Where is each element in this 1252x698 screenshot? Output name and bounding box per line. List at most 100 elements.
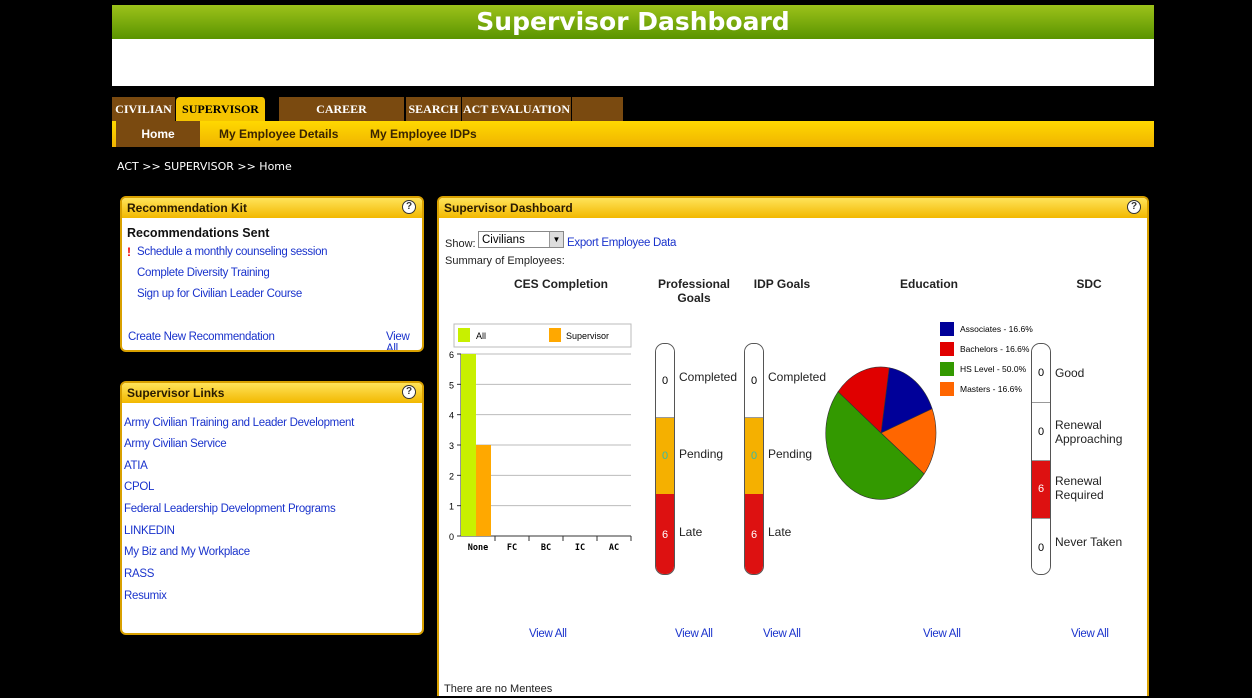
idp-goals-tube: 0 0 6 [744,343,764,575]
idp-goals-header: IDP Goals [753,277,811,291]
supervisor-links-title: Supervisor Links [127,386,225,400]
tab-spacer [572,97,624,121]
supervisor-links-panel: Supervisor Links ? Army Civilian Trainin… [120,381,424,635]
subnav-employee-idps[interactable]: My Employee IDPs [370,121,477,147]
legend-supervisor-label: Supervisor [566,331,609,341]
bar-all [461,354,476,536]
recommendation-item[interactable]: Sign up for Civilian Leader Course [137,288,302,300]
x-tick-label: None [468,543,488,553]
ces-completion-chart: All Supervisor 0 1 2 3 4 5 6 None FC BC IC AC [449,323,632,553]
tab-career-resources[interactable]: CAREER RESOURCES [279,97,405,140]
y-tick-label: 2 [449,471,454,481]
sdc-renewal-required-label: Renewal Required [1055,474,1104,502]
view-all-link[interactable]: View All [386,331,422,350]
breadcrumb: ACT >> SUPERVISOR >> Home [117,160,292,173]
tab-civilian[interactable]: CIVILIAN [112,97,176,121]
legend-swatch [940,322,954,336]
y-tick-label: 6 [449,350,454,360]
banner-area [112,39,1154,86]
prof-late-count: 6 [656,494,674,574]
legend-all-label: All [476,331,486,341]
education-header: Education [899,277,958,291]
recommendation-item[interactable]: Complete Diversity Training [137,267,270,279]
tab-act-evaluation[interactable]: ACT EVALUATION [462,97,572,121]
recommendation-item[interactable]: Schedule a monthly counseling session [137,246,328,258]
supervisor-link[interactable]: LINKEDIN [124,525,175,537]
subnav-home[interactable]: Home [116,121,200,147]
supervisor-link[interactable]: Army Civilian Service [124,438,227,450]
idp-pending-label: Pending [768,447,813,461]
ces-completion-header: CES Completion [513,277,608,291]
legend-label: HS Level - 50.0% [960,364,1027,374]
supervisor-link[interactable]: ATIA [124,460,148,472]
summary-label: Summary of Employees: [445,255,565,267]
view-all-education-link[interactable]: View All [923,628,961,640]
idp-pending-count: 0 [745,418,763,494]
sdc-never-taken-label: Never Taken [1055,535,1123,549]
sdc-renewal-required-count: 6 [1032,461,1050,518]
help-icon[interactable]: ? [402,385,416,399]
y-tick-label: 1 [449,502,454,512]
professional-goals-tube: 0 0 6 [655,343,675,575]
bar-supervisor [476,445,491,536]
legend-swatch [940,362,954,376]
sdc-good-count: 0 [1032,344,1050,403]
sdc-renewal-approaching-label: Renewal Approaching [1055,418,1123,446]
y-tick-label: 4 [449,411,454,421]
x-tick-label: FC [507,543,517,553]
sdc-tube: 0 0 6 0 [1031,343,1051,575]
supervisor-dashboard-panel: Supervisor Dashboard ? Show: Civilians ▼… [437,196,1149,696]
supervisor-links-header: Supervisor Links ? [122,383,422,403]
prof-late-label: Late [679,525,703,539]
idp-completed-count: 0 [745,344,763,418]
supervisor-link[interactable]: RASS [124,568,154,580]
prof-pending-count: 0 [656,418,674,494]
idp-late-label: Late [768,525,792,539]
view-all-sdc-link[interactable]: View All [1071,628,1109,640]
view-all-ces-link[interactable]: View All [529,628,567,640]
legend-swatch [940,342,954,356]
recommendation-kit-header: Recommendation Kit ? [122,198,422,218]
x-tick-label: AC [609,543,619,553]
view-all-professional-goals-link[interactable]: View All [675,628,713,640]
x-tick-label: BC [541,543,551,553]
recommendations-sent-heading: Recommendations Sent [127,226,270,240]
prof-completed-label: Completed [679,370,738,384]
professional-goals-header: Professional Goals [657,277,731,305]
legend-supervisor-swatch [549,328,561,342]
education-pie-chart: Associates - 16.6% Bachelors - 16.6% HS Le… [825,322,1033,500]
supervisor-dashboard-header: Supervisor Dashboard ? [439,198,1147,218]
legend-label: Associates - 16.6% [960,324,1033,334]
prof-completed-count: 0 [656,344,674,418]
legend-all-swatch [458,328,470,342]
chevron-down-icon[interactable]: ▼ [549,232,563,247]
recommendation-kit-panel: Recommendation Kit ? Recommendations Sen… [120,196,424,352]
legend-label: Masters - 16.6% [960,384,1022,394]
page-title: Supervisor Dashboard [112,5,1154,39]
view-all-idp-goals-link[interactable]: View All [763,628,801,640]
no-mentees-message: There are no Mentees [444,683,553,695]
subnav-employee-details[interactable]: My Employee Details [219,121,338,147]
y-tick-label: 5 [449,380,454,390]
supervisor-link[interactable]: Federal Leadership Development Programs [124,503,336,515]
legend-label: Bachelors - 16.6% [960,344,1030,354]
alert-icon: ! [127,245,131,259]
show-select-value: Civilians [482,234,525,246]
tab-search[interactable]: SEARCH [406,97,462,121]
sdc-renewal-approaching-count: 0 [1032,403,1050,461]
idp-completed-label: Completed [768,370,827,384]
show-label: Show: [445,238,476,250]
y-tick-label: 3 [449,441,454,451]
x-tick-label: IC [575,543,585,553]
show-select[interactable]: Civilians ▼ [478,231,564,248]
tab-supervisor[interactable]: SUPERVISOR [176,97,266,121]
supervisor-link[interactable]: CPOL [124,481,154,493]
help-icon[interactable]: ? [1127,200,1141,214]
help-icon[interactable]: ? [402,200,416,214]
legend-swatch [940,382,954,396]
export-employee-data-link[interactable]: Export Employee Data [567,237,676,249]
create-recommendation-link[interactable]: Create New Recommendation [128,331,275,343]
supervisor-link[interactable]: My Biz and My Workplace [124,546,250,558]
supervisor-link[interactable]: Resumix [124,590,167,602]
supervisor-link[interactable]: Army Civilian Training and Leader Develo… [124,417,354,429]
